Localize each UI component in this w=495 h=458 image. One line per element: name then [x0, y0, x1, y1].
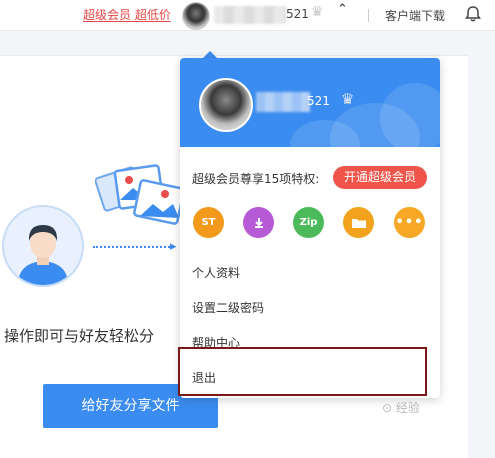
- chevron-up-icon[interactable]: ⌃: [337, 2, 348, 17]
- avatar[interactable]: [182, 2, 210, 30]
- perk-title: 超级会员尊享15项特权:: [192, 172, 320, 186]
- arrow-right-icon: ▸: [170, 239, 177, 254]
- share-description: 操作即可与好友轻松分: [4, 327, 155, 345]
- top-bar: 超级会员 超低价 521 ♛ ⌃ 客户端下载: [0, 0, 495, 31]
- blurred-username: [256, 92, 310, 112]
- dotted-connector: [93, 246, 173, 248]
- folder-icon[interactable]: [343, 207, 374, 238]
- watermark: ⊙ 经验: [382, 401, 420, 415]
- crown-icon: ♛: [311, 4, 324, 20]
- menu-item-profile[interactable]: 个人资料: [192, 264, 240, 281]
- crown-icon: ♛: [341, 90, 355, 108]
- download-icon[interactable]: [243, 207, 274, 238]
- photos-illustration: [95, 164, 185, 225]
- divider: [368, 9, 369, 22]
- blurred-username: [214, 6, 286, 24]
- user-avatar-illustration: [2, 205, 84, 287]
- menu-item-second-password[interactable]: 设置二级密码: [192, 299, 264, 316]
- client-download-link[interactable]: 客户端下载: [385, 7, 445, 24]
- more-icon[interactable]: •••: [394, 207, 425, 238]
- username-suffix[interactable]: 521: [286, 7, 309, 21]
- super-vip-promo-link[interactable]: 超级会员 超低价: [83, 6, 171, 23]
- dropdown-avatar: [199, 78, 253, 132]
- dropdown-header: 521 ♛: [180, 58, 440, 147]
- speed-icon[interactable]: ST: [193, 207, 224, 238]
- dropdown-username-suffix: 521: [307, 94, 330, 108]
- zip-icon[interactable]: Zip: [293, 207, 324, 238]
- highlight-box: [178, 347, 427, 396]
- bell-icon[interactable]: [464, 5, 482, 23]
- open-super-vip-button[interactable]: 开通超级会员: [333, 166, 427, 189]
